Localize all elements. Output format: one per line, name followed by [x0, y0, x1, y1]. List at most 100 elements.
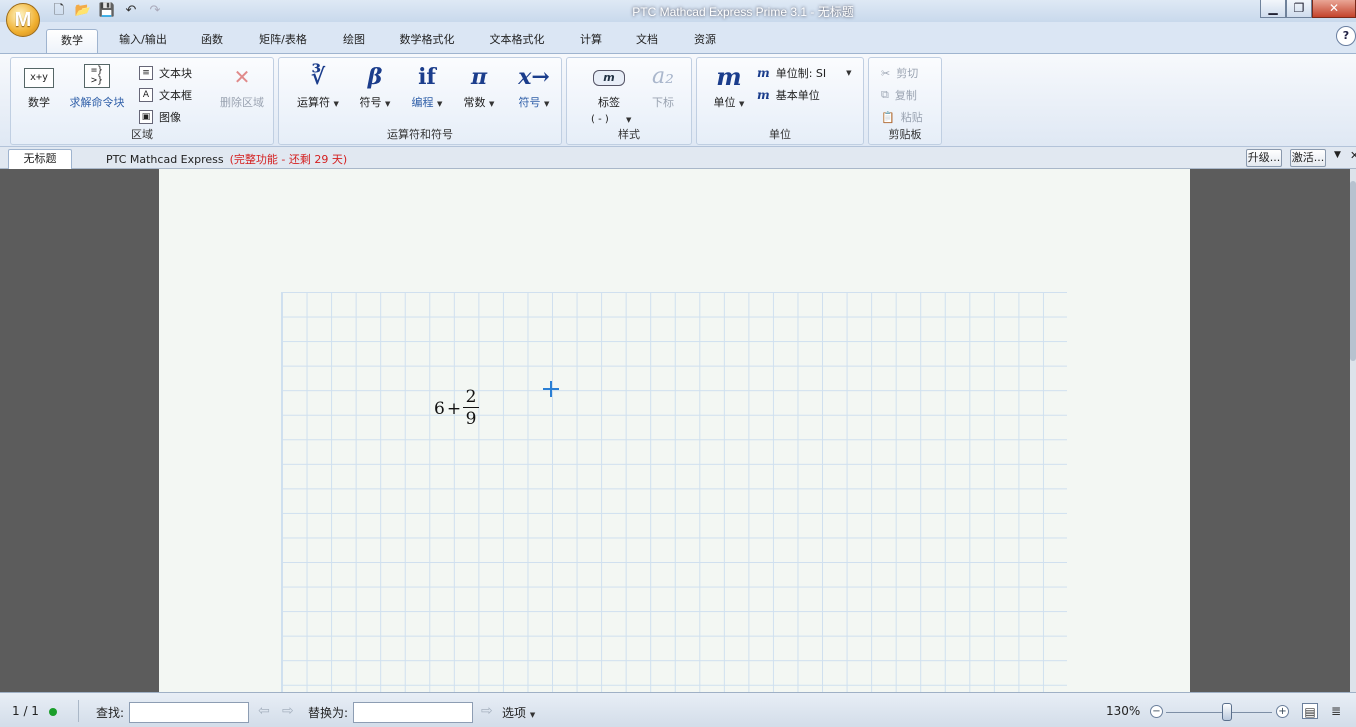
minimize-button[interactable]: ▁: [1260, 0, 1286, 18]
regions-group-label: 区域: [131, 128, 153, 141]
math-region-button[interactable]: x+y 数学: [19, 64, 59, 110]
text-block-button[interactable]: ≡ 文本块: [139, 64, 192, 82]
text-box-button[interactable]: A 文本框: [139, 86, 192, 104]
base-units-button[interactable]: m 基本单位: [757, 86, 820, 104]
chevron-down-icon: ▼: [333, 100, 339, 108]
title-bar: 🗋 📂 💾 ↶ ↷ PTC Mathcad Express Prime 3.1 …: [0, 0, 1356, 22]
tab-text-formatting[interactable]: 文本格式化: [480, 29, 554, 53]
regions-group: x+y 数学 =} >} 求解命令块 ≡ 文本块 A 文本框 ▣ 图像 ✕ 删除区…: [10, 57, 274, 145]
page-view-icon[interactable]: ▤: [1302, 703, 1318, 719]
symbolic-button[interactable]: x→ 符号 ▼: [509, 64, 559, 110]
symbols-button[interactable]: β 符号 ▼: [353, 64, 397, 110]
text-block-icon: ≡: [139, 66, 153, 80]
text-block-label: 文本块: [159, 67, 192, 80]
cube-root-icon: ∛: [310, 64, 326, 90]
tag-icon: m: [581, 64, 637, 90]
maximize-button[interactable]: ❐: [1286, 0, 1312, 18]
zoom-slider-thumb[interactable]: [1222, 703, 1232, 721]
solve-block-button[interactable]: =} >} 求解命令块: [67, 64, 127, 110]
upgrade-button[interactable]: 升级...: [1246, 149, 1282, 167]
window-controls: ▁ ❐ ✕: [1260, 0, 1356, 18]
symbols-label: 符号: [359, 96, 382, 109]
tab-resources[interactable]: 资源: [684, 29, 726, 53]
subscript-label: 下标: [652, 96, 674, 109]
base-units-icon: m: [757, 88, 770, 102]
tab-math-formatting[interactable]: 数学格式化: [390, 29, 464, 53]
close-document-icon[interactable]: ✕: [1350, 149, 1356, 162]
tab-plot[interactable]: 绘图: [332, 29, 376, 53]
clipboard-group: ✂ 剪切 ⧉ 复制 📋 粘贴 剪贴板: [868, 57, 942, 145]
programming-button[interactable]: if 编程 ▼: [405, 64, 449, 110]
product-info: PTC Mathcad Express (完整功能 - 还剩 29 天): [106, 151, 347, 167]
operators-label: 运算符: [297, 96, 331, 109]
activate-button[interactable]: 激活...: [1290, 149, 1326, 167]
zoom-slider-track[interactable]: [1166, 712, 1272, 713]
tag-button[interactable]: m 标签: [581, 64, 637, 110]
image-button[interactable]: ▣ 图像: [139, 108, 181, 126]
solve-block-icon: =} >}: [67, 64, 127, 90]
vertical-scrollbar[interactable]: [1350, 169, 1356, 692]
unit-system-icon: m: [757, 66, 770, 80]
tab-functions[interactable]: 函数: [190, 29, 234, 53]
chevron-down-icon: ▼: [385, 100, 391, 108]
tab-calculation[interactable]: 计算: [570, 29, 612, 53]
scrollbar-thumb[interactable]: [1350, 181, 1356, 361]
zoom-in-icon[interactable]: +: [1276, 705, 1289, 718]
units-button[interactable]: m 单位 ▼: [705, 64, 753, 110]
tab-input-output[interactable]: 输入/输出: [108, 29, 178, 53]
tag-value-dropdown[interactable]: ( - ) ▼: [591, 114, 631, 125]
paste-icon: 📋: [881, 110, 895, 124]
programming-label: 编程: [411, 96, 434, 109]
chevron-down-icon: ▼: [544, 100, 550, 108]
chevron-down-icon[interactable]: ▼: [1334, 150, 1341, 160]
divider: [78, 700, 79, 722]
text-box-label: 文本框: [159, 89, 192, 102]
unit-system-dropdown[interactable]: m 单位制: SI ▼: [757, 64, 852, 82]
chevron-down-icon: ▼: [625, 116, 632, 124]
close-button[interactable]: ✕: [1312, 0, 1356, 18]
delete-region-button[interactable]: ✕ 删除区域: [213, 64, 271, 110]
units-label: 单位: [713, 96, 736, 109]
tab-math[interactable]: 数学: [46, 29, 98, 53]
tab-document[interactable]: 文档: [626, 29, 668, 53]
tab-matrix-table[interactable]: 矩阵/表格: [250, 29, 316, 53]
worksheet-grid[interactable]: [281, 292, 1067, 692]
draft-view-icon[interactable]: ≣: [1328, 703, 1344, 719]
calculation-status-icon: [49, 708, 57, 716]
paste-button[interactable]: 📋 粘贴: [881, 108, 923, 126]
math-fraction: 2 9: [463, 387, 480, 430]
help-icon[interactable]: ?: [1336, 26, 1356, 46]
workspace: 6 + 2 9: [0, 169, 1356, 692]
copy-icon: ⧉: [881, 88, 889, 101]
delete-region-icon: ✕: [233, 65, 251, 89]
status-bar: 1 / 1 查找: ⇦ ⇨ 替换为: ⇨ 选项 ▼ 130% − + ▤ ≣: [0, 692, 1356, 727]
trial-notice: (完整功能 - 还剩 29 天): [229, 153, 348, 166]
copy-button[interactable]: ⧉ 复制: [881, 86, 917, 104]
constants-label: 常数: [463, 96, 486, 109]
replace-input[interactable]: [353, 702, 473, 723]
math-region[interactable]: 6 + 2 9: [434, 387, 480, 430]
options-dropdown[interactable]: 选项 ▼: [502, 704, 535, 721]
document-tab[interactable]: 无标题: [8, 149, 72, 169]
tag-label: 标签: [598, 96, 620, 109]
worksheet-page[interactable]: [159, 169, 1190, 692]
replace-arrow-icon[interactable]: ⇨: [481, 703, 493, 719]
image-label: 图像: [159, 111, 181, 124]
document-tab-bar: 无标题 PTC Mathcad Express (完整功能 - 还剩 29 天) …: [0, 147, 1356, 169]
constants-button[interactable]: π 常数 ▼: [457, 64, 501, 110]
find-next-icon[interactable]: ⇨: [282, 703, 294, 719]
math-operator: +: [446, 398, 462, 419]
symbolic-label: 符号: [518, 96, 541, 109]
math-region-label: 数学: [28, 96, 50, 109]
find-previous-icon[interactable]: ⇦: [258, 703, 270, 719]
delete-region-label: 删除区域: [220, 96, 264, 109]
window-title: PTC Mathcad Express Prime 3.1 - 无标题: [632, 5, 854, 19]
operators-button[interactable]: ∛ 运算符 ▼: [289, 64, 347, 110]
chevron-down-icon: ▼: [739, 100, 745, 108]
cut-button[interactable]: ✂ 剪切: [881, 64, 918, 82]
find-input[interactable]: [129, 702, 249, 723]
subscript-button[interactable]: a₂ 下标: [643, 64, 683, 110]
zoom-out-icon[interactable]: −: [1150, 705, 1163, 718]
ribbon-tab-bar: 数学 输入/输出 函数 矩阵/表格 绘图 数学格式化 文本格式化 计算 文档 资…: [0, 22, 1356, 54]
app-menu-button[interactable]: M: [6, 3, 40, 37]
